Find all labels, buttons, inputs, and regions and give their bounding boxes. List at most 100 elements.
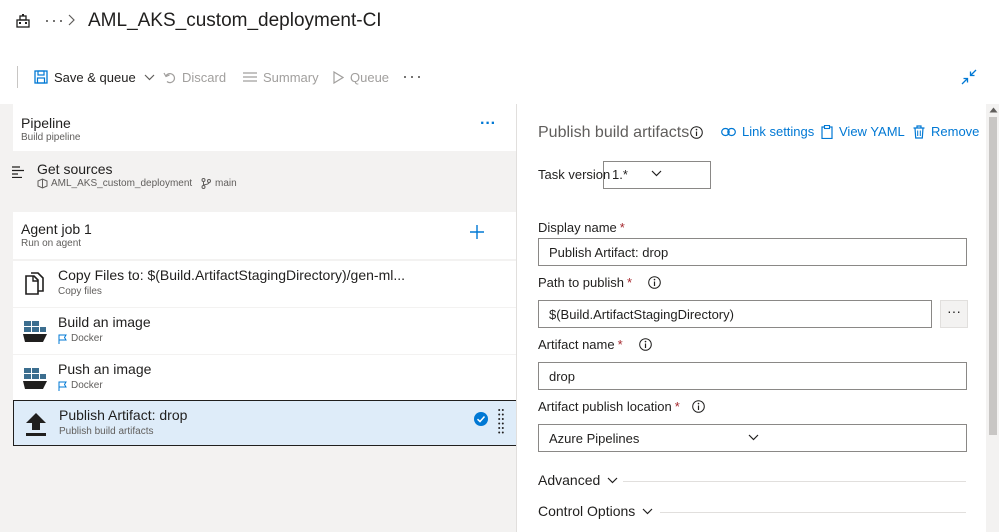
chevron-down-icon xyxy=(612,170,701,177)
task-title: Copy Files to: $(Build.ArtifactStagingDi… xyxy=(58,267,406,283)
task-type: Docker xyxy=(71,380,103,391)
artifact-name-value: drop xyxy=(549,369,576,384)
chevron-down-icon xyxy=(607,477,618,484)
branch-name: main xyxy=(215,178,237,189)
save-and-queue-label: Save & queue xyxy=(54,69,136,85)
queue-label: Queue xyxy=(350,69,390,85)
page-title: AML_AKS_custom_deployment-CI xyxy=(88,10,382,31)
scroll-up-icon[interactable] xyxy=(988,106,998,114)
path-to-publish-label-text: Path to publish xyxy=(538,275,625,290)
get-sources-title[interactable]: Get sources xyxy=(37,161,112,177)
path-to-publish-input[interactable]: $(Build.ArtifactStagingDirectory) xyxy=(538,300,932,328)
summary-button[interactable]: Summary xyxy=(243,67,319,87)
save-and-queue-button[interactable]: Save & queue xyxy=(34,67,155,87)
view-yaml-label: View YAML xyxy=(839,124,905,139)
link-settings-label: Link settings xyxy=(742,124,815,139)
artifact-name-input[interactable]: drop xyxy=(538,362,967,390)
scrollbar-thumb[interactable] xyxy=(989,117,997,435)
queue-button[interactable]: Queue xyxy=(333,67,389,87)
chevron-down-icon xyxy=(642,508,653,515)
info-icon[interactable] xyxy=(639,338,652,351)
required-marker: * xyxy=(627,275,633,290)
required-marker: * xyxy=(674,399,680,414)
remove-button[interactable]: Remove xyxy=(913,124,979,139)
display-name-label-text: Display name xyxy=(538,220,617,235)
advanced-section-toggle[interactable]: Advanced xyxy=(538,472,618,488)
required-marker: * xyxy=(617,337,623,352)
artifact-location-label-text: Artifact publish location xyxy=(538,399,672,414)
task-version-select[interactable]: 1.* xyxy=(603,161,711,189)
control-options-label: Control Options xyxy=(538,503,636,519)
project-icon[interactable] xyxy=(15,13,31,29)
list-icon xyxy=(243,71,257,83)
flag-icon xyxy=(58,381,67,391)
task-push-image[interactable]: Push an image Docker xyxy=(13,355,516,401)
artifact-name-label-text: Artifact name xyxy=(538,337,615,352)
section-divider xyxy=(660,512,966,513)
flag-icon xyxy=(58,334,67,344)
path-to-publish-label: Path to publish * xyxy=(538,275,632,290)
link-icon xyxy=(721,127,736,137)
remove-label: Remove xyxy=(931,124,980,139)
play-icon xyxy=(333,70,344,84)
info-icon[interactable] xyxy=(648,276,661,289)
add-task-icon[interactable] xyxy=(469,224,485,240)
enabled-check-icon[interactable] xyxy=(474,412,488,426)
upload-icon xyxy=(24,411,48,437)
get-sources-icon[interactable] xyxy=(12,166,26,178)
display-name-label: Display name * xyxy=(538,220,625,235)
required-marker: * xyxy=(619,220,625,235)
toolbar-divider xyxy=(17,66,18,88)
info-icon[interactable] xyxy=(690,126,703,139)
save-icon xyxy=(34,70,48,84)
pipeline-title: Pipeline xyxy=(21,115,71,131)
task-type: Publish build artifacts xyxy=(59,426,154,437)
toolbar-more-button[interactable]: ··· xyxy=(402,66,423,87)
agent-job-title: Agent job 1 xyxy=(21,221,92,237)
view-yaml-button[interactable]: View YAML xyxy=(821,124,905,139)
chevron-down-icon xyxy=(549,434,957,441)
task-build-image[interactable]: Build an image Docker xyxy=(13,308,516,354)
browse-path-button[interactable]: ··· xyxy=(940,300,968,328)
task-type: Copy files xyxy=(58,286,102,297)
drag-handle-icon[interactable] xyxy=(498,408,504,434)
task-subtitle: Copy files xyxy=(58,286,102,297)
task-version-label: Task version xyxy=(538,167,611,182)
copy-files-icon xyxy=(23,271,47,297)
artifact-location-label: Artifact publish location * xyxy=(538,399,680,414)
docker-icon xyxy=(23,365,47,391)
discard-button[interactable]: Discard xyxy=(163,67,226,87)
clipboard-icon xyxy=(821,124,833,139)
chevron-right-icon xyxy=(67,14,75,26)
chevron-down-icon[interactable] xyxy=(144,74,155,81)
task-title: Publish Artifact: drop xyxy=(59,407,188,423)
discard-label: Discard xyxy=(182,69,227,85)
summary-label: Summary xyxy=(263,69,319,85)
advanced-label: Advanced xyxy=(538,472,601,488)
task-title: Build an image xyxy=(58,314,151,330)
artifact-name-label: Artifact name * xyxy=(538,337,623,352)
docker-icon xyxy=(23,318,47,344)
path-to-publish-value: $(Build.ArtifactStagingDirectory) xyxy=(549,307,734,322)
display-name-input[interactable]: Publish Artifact: drop xyxy=(538,238,967,266)
task-copy-files[interactable]: Copy Files to: $(Build.ArtifactStagingDi… xyxy=(13,261,516,307)
display-name-value: Publish Artifact: drop xyxy=(549,245,669,260)
pipeline-card[interactable] xyxy=(13,104,516,151)
collapse-icon[interactable] xyxy=(961,69,977,85)
breadcrumb-more-button[interactable]: ··· xyxy=(44,10,65,31)
task-title: Push an image xyxy=(58,361,152,377)
task-type: Docker xyxy=(71,333,103,344)
task-subtitle: Docker xyxy=(58,333,103,344)
branch-icon xyxy=(201,178,211,189)
artifact-location-select[interactable]: Azure Pipelines xyxy=(538,424,967,452)
agent-job-subtitle: Run on agent xyxy=(21,238,82,249)
task-publish-artifact-selected[interactable]: Publish Artifact: drop Publish build art… xyxy=(13,400,517,446)
pipeline-subtitle: Build pipeline xyxy=(21,132,81,143)
link-settings-button[interactable]: Link settings xyxy=(721,124,814,139)
info-icon[interactable] xyxy=(692,400,705,413)
pipeline-more-button[interactable]: ··· xyxy=(480,115,496,133)
task-heading: Publish build artifacts xyxy=(538,124,690,141)
trash-icon xyxy=(913,124,925,139)
control-options-section-toggle[interactable]: Control Options xyxy=(538,503,653,519)
repo-name: AML_AKS_custom_deployment xyxy=(51,178,193,189)
